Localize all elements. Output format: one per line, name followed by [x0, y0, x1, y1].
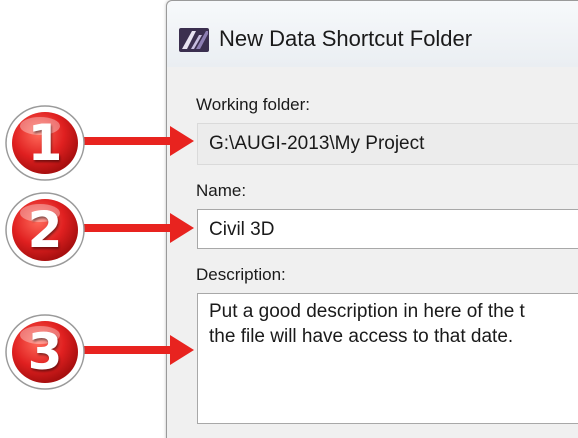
description-line: the file will have access to that date.: [209, 326, 524, 347]
description-textarea[interactable]: Put a good description in here of the t …: [197, 293, 578, 424]
callout-circle-icon: [5, 105, 85, 181]
screenshot-stage: New Data Shortcut Folder Working folder:…: [0, 0, 578, 438]
dialog-title: New Data Shortcut Folder: [219, 26, 473, 51]
description-label: Description:: [196, 265, 286, 284]
callout-badge-1: 1: [4, 104, 86, 182]
callout-badge-2: 2: [4, 191, 86, 269]
new-data-shortcut-folder-dialog: New Data Shortcut Folder Working folder:…: [166, 0, 578, 438]
title-bar[interactable]: New Data Shortcut Folder: [167, 1, 578, 67]
name-input-value: Civil 3D: [209, 219, 275, 240]
description-line: Put a good description in here of the t: [209, 301, 525, 322]
callout-circle-icon: [5, 192, 85, 268]
name-input[interactable]: Civil 3D: [197, 209, 578, 249]
civil3d-app-icon: [179, 28, 209, 52]
name-label: Name:: [196, 181, 247, 200]
callout-badge-3: 3: [4, 313, 86, 391]
callout-circle-icon: [5, 314, 85, 390]
working-folder-field: G:\AUGI-2013\My Project: [197, 123, 578, 165]
working-folder-label: Working folder:: [196, 95, 311, 114]
working-folder-value: G:\AUGI-2013\My Project: [209, 133, 425, 154]
